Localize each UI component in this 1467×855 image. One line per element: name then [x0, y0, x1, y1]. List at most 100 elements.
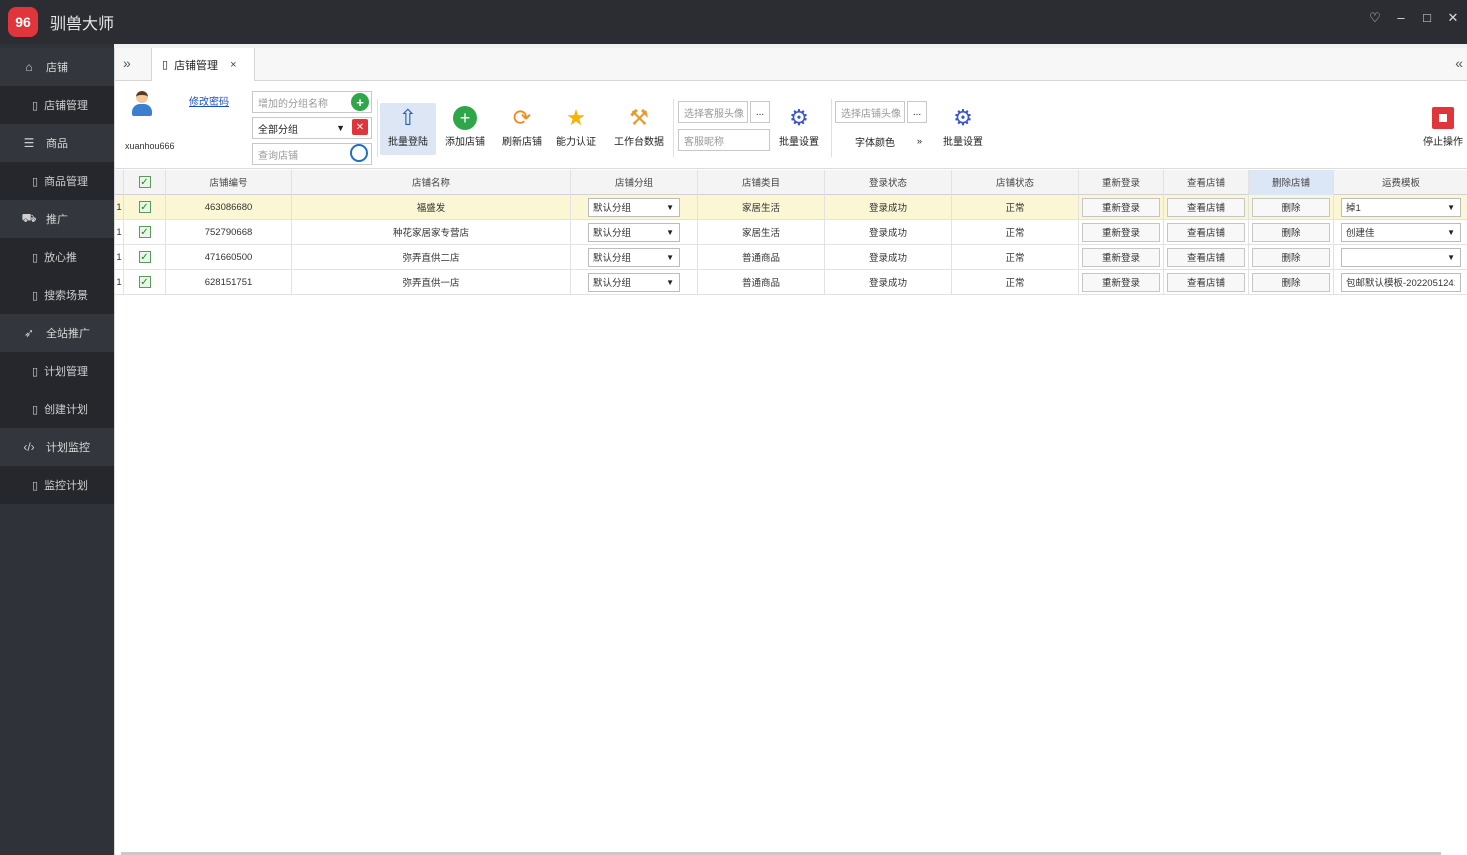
expand-icon[interactable]: » — [123, 55, 131, 71]
delete-group-icon[interactable]: ✕ — [352, 119, 368, 135]
sidebar-cat-promote[interactable]: ⛟ 推广 — [0, 200, 114, 238]
batch-login-button[interactable]: ⇧ 批量登陆 — [380, 103, 436, 155]
change-password-link[interactable]: 修改密码 — [189, 93, 229, 108]
sidebar-cat-label: 推广 — [46, 214, 68, 226]
maximize-button[interactable]: □ — [1419, 10, 1435, 26]
view-shop-button[interactable]: 查看店铺 — [1167, 222, 1245, 242]
shop-name: 福盛发 — [292, 194, 571, 220]
column-header[interactable]: 店铺分组 — [571, 169, 698, 195]
shop-id: 471660500 — [166, 244, 292, 270]
sidebar-item-search-scene[interactable]: ▯ 搜索场景 — [0, 276, 114, 314]
view-shop-button[interactable]: 查看店铺 — [1167, 272, 1245, 292]
workbench-data-button[interactable]: ⚒ 工作台数据 — [609, 103, 669, 155]
delete-shop-button[interactable]: 删除 — [1252, 247, 1330, 267]
column-header[interactable]: 店铺名称 — [292, 169, 571, 195]
sidebar-item-create-plan[interactable]: ▯ 创建计划 — [0, 390, 114, 428]
shop-group-select[interactable]: 默认分组 ▼ — [588, 247, 680, 267]
cs-avatar-input[interactable]: 选择客服头像 — [678, 101, 748, 123]
table-row[interactable]: 1 ✓ 463086680 福盛发 默认分组 ▼ 家居生活 登录成功 正常 重新登… — [115, 194, 1467, 220]
shop-category: 家居生活 — [698, 219, 825, 245]
relogin-button[interactable]: 重新登录 — [1082, 197, 1160, 217]
delete-shop-button[interactable]: 删除 — [1252, 222, 1330, 242]
column-header[interactable]: 删除店铺 — [1249, 169, 1334, 195]
skin-icon[interactable]: ♡ — [1367, 10, 1383, 26]
sidebar: ⌂ 店铺 ▯ 店铺管理 ☰ 商品 ▯ 商品管理 ⛟ 推广 ▯ 放心推 ▯ 搜索场… — [0, 44, 114, 855]
row-checkbox[interactable]: ✓ — [124, 219, 166, 245]
shipping-template-select[interactable]: 包邮默认模板-20220512413 — [1341, 272, 1461, 292]
main-panel: » ▯ 店铺管理 × « 修改密码 xuanhou666 增加的分组名称 + 全… — [114, 48, 1467, 855]
rocket-icon: ➶ — [23, 326, 35, 340]
row-checkbox[interactable]: ✓ — [124, 194, 166, 220]
shop-name: 弥弄直供一店 — [292, 269, 571, 295]
shipping-template-select[interactable]: 掉1 ▼ — [1341, 197, 1461, 217]
table-row[interactable]: 1 ✓ 628151751 弥弄直供一店 默认分组 ▼ 普通商品 登录成功 正常 … — [115, 269, 1467, 295]
sidebar-item-goods-manage[interactable]: ▯ 商品管理 — [0, 162, 114, 200]
collapse-icon[interactable]: « — [1455, 55, 1463, 71]
app-logo: 96 — [8, 7, 38, 37]
sidebar-cat-goods[interactable]: ☰ 商品 — [0, 124, 114, 162]
view-shop-button[interactable]: 查看店铺 — [1167, 197, 1245, 217]
shop-id: 463086680 — [166, 194, 292, 220]
chevron-down-icon: ▼ — [666, 277, 674, 287]
shipping-template-select[interactable]: 创建佳 ▼ — [1341, 222, 1461, 242]
relogin-button[interactable]: 重新登录 — [1082, 272, 1160, 292]
add-shop-button[interactable]: + 添加店铺 — [437, 103, 493, 155]
gears-icon: ⚙ — [789, 105, 809, 130]
cs-nick-input[interactable]: 客服昵称 — [678, 129, 770, 151]
search-icon[interactable] — [350, 144, 368, 162]
table-row[interactable]: 1 ✓ 471660500 弥弄直供二店 默认分组 ▼ 普通商品 登录成功 正常 … — [115, 244, 1467, 270]
sidebar-cat-shop[interactable]: ⌂ 店铺 — [0, 48, 114, 86]
column-header[interactable]: 运费模板 — [1334, 170, 1467, 195]
sidebar-cat-site-promote[interactable]: ➶ 全站推广 — [0, 314, 114, 352]
batch-set-button-1[interactable]: ⚙ 批量设置 — [771, 103, 827, 155]
add-group-icon[interactable]: + — [351, 93, 369, 111]
shop-avatar-input[interactable]: 选择店铺头像 — [835, 101, 905, 123]
shop-group-select[interactable]: 默认分组 ▼ — [588, 197, 680, 217]
upload-arrow-icon: ⇧ — [398, 105, 418, 130]
sidebar-item-fangxintui[interactable]: ▯ 放心推 — [0, 238, 114, 276]
shop-group-select[interactable]: 默认分组 ▼ — [588, 222, 680, 242]
select-all-checkbox[interactable]: ✓ — [124, 169, 166, 195]
table-row[interactable]: 1 ✓ 752790668 种花家居家专营店 默认分组 ▼ 家居生活 登录成功 正… — [115, 219, 1467, 245]
column-header[interactable]: 店铺编号 — [166, 169, 292, 195]
batch-set-button-2[interactable]: ⚙ 批量设置 — [935, 103, 991, 155]
row-checkbox[interactable]: ✓ — [124, 244, 166, 270]
row-checkbox[interactable]: ✓ — [124, 269, 166, 295]
shop-group-select[interactable]: 默认分组 ▼ — [588, 272, 680, 292]
login-status: 登录成功 — [825, 219, 952, 245]
font-color-select[interactable]: 字体颜色 » — [835, 130, 927, 152]
view-shop-button[interactable]: 查看店铺 — [1167, 247, 1245, 267]
column-header[interactable]: 查看店铺 — [1164, 169, 1249, 195]
shop-avatar-browse-button[interactable]: ... — [907, 101, 927, 123]
ability-cert-button[interactable]: ★ 能力认证 — [548, 103, 604, 155]
relogin-button[interactable]: 重新登录 — [1082, 222, 1160, 242]
sidebar-cat-label: 店铺 — [46, 62, 68, 74]
delete-shop-button[interactable]: 删除 — [1252, 197, 1330, 217]
shipping-template-select[interactable]: ▼ — [1341, 247, 1461, 267]
column-header[interactable]: 店铺类目 — [698, 169, 825, 195]
minimize-button[interactable]: – — [1393, 10, 1409, 26]
sidebar-cat-plan-monitor[interactable]: ‹/› 计划监控 — [0, 428, 114, 466]
tab-close-icon[interactable]: × — [230, 59, 236, 71]
tab-shop-manage[interactable]: ▯ 店铺管理 × — [151, 48, 255, 81]
sidebar-item-monitor-plan[interactable]: ▯ 监控计划 — [0, 466, 114, 504]
chevron-down-icon: ▼ — [666, 227, 674, 237]
refresh-shop-button[interactable]: ⟳ 刷新店铺 — [494, 103, 550, 155]
bookmark-icon: ▯ — [32, 99, 39, 112]
sidebar-item-plan-manage[interactable]: ▯ 计划管理 — [0, 352, 114, 390]
sidebar-item-label: 计划管理 — [44, 366, 89, 378]
column-header[interactable]: 登录状态 — [825, 169, 952, 195]
chevron-down-icon: ▼ — [666, 202, 674, 212]
sidebar-item-shop-manage[interactable]: ▯ 店铺管理 — [0, 86, 114, 124]
sidebar-cat-label: 商品 — [46, 138, 68, 150]
relogin-button[interactable]: 重新登录 — [1082, 247, 1160, 267]
delete-shop-button[interactable]: 删除 — [1252, 272, 1330, 292]
sidebar-item-label: 商品管理 — [44, 176, 89, 188]
bookmark-icon: ▯ — [32, 289, 39, 302]
column-header[interactable]: 重新登录 — [1079, 169, 1164, 195]
close-button[interactable]: ✕ — [1445, 10, 1461, 26]
cs-avatar-browse-button[interactable]: ... — [750, 101, 770, 123]
chevron-down-icon: ▼ — [336, 123, 345, 133]
stop-button[interactable]: 停止操作 — [1415, 103, 1467, 155]
column-header[interactable]: 店铺状态 — [952, 169, 1079, 195]
